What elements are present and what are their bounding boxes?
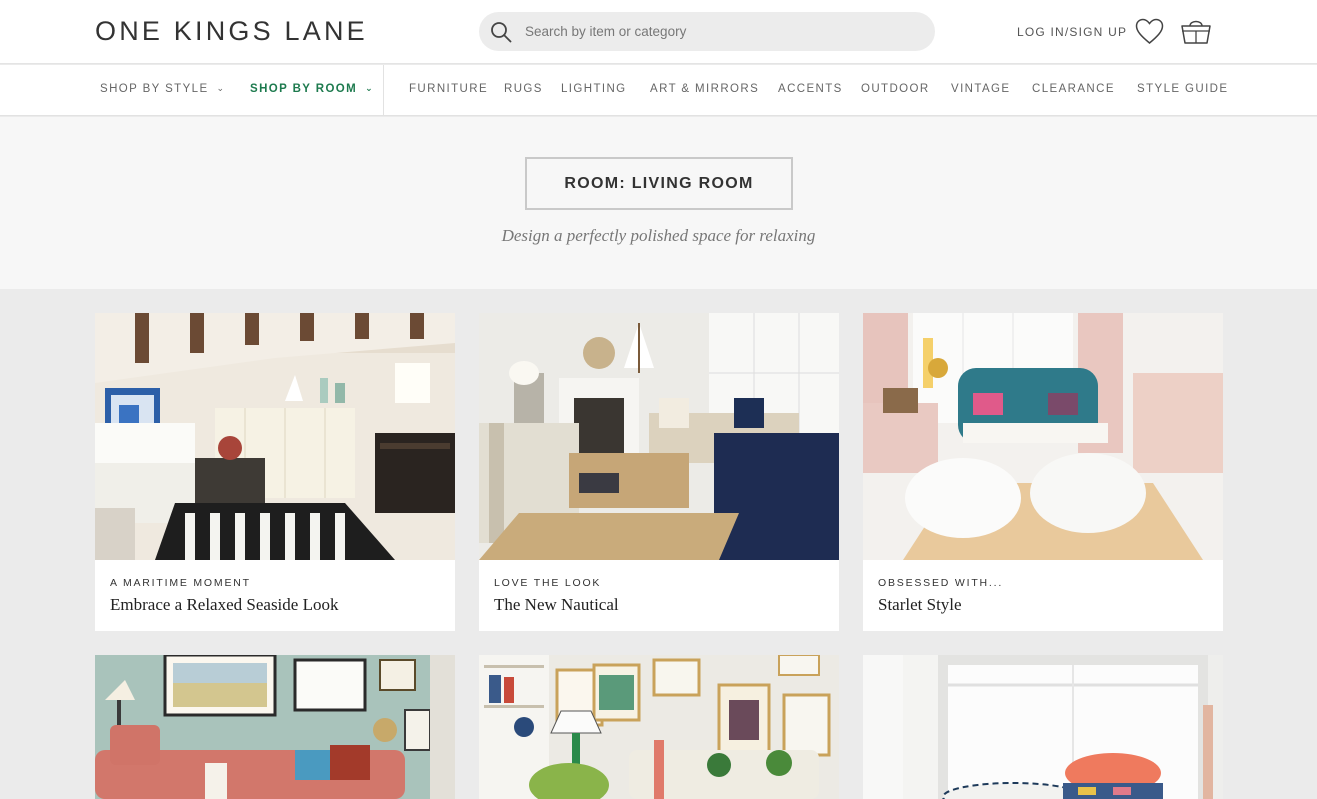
story-card[interactable]: LOVE THE LOOK The New Nautical [479,313,839,631]
story-card[interactable]: A MARITIME MOMENT Embrace a Relaxed Seas… [95,313,455,631]
card-image[interactable] [95,313,455,560]
nav-shop-by-style[interactable]: SHOP BY STYLE ⌄ [100,83,226,95]
card-image[interactable] [863,313,1223,560]
room-hero: ROOM: LIVING ROOM Design a perfectly pol… [0,117,1317,289]
page-tagline: Design a perfectly polished space for re… [501,226,816,245]
story-card[interactable] [479,655,839,799]
card-title[interactable]: The New Nautical [494,595,619,615]
card-kicker: LOVE THE LOOK [494,577,602,589]
nav-clearance[interactable]: CLEARANCE [1032,83,1115,95]
search-icon[interactable] [490,21,512,43]
search-bar[interactable] [479,12,935,51]
nav-divider [383,65,384,116]
nav-accents[interactable]: ACCENTS [778,83,843,95]
card-image[interactable] [479,655,839,799]
nav-art-mirrors[interactable]: ART & MIRRORS [650,83,759,95]
nav-vintage[interactable]: VINTAGE [951,83,1010,95]
login-signup-link[interactable]: LOG IN/SIGN UP [1017,25,1127,39]
nav-furniture[interactable]: FURNITURE [409,83,488,95]
chevron-down-icon: ⌄ [365,83,375,93]
main-nav: SHOP BY STYLE ⌄ SHOP BY ROOM ⌄ FURNITURE R… [0,65,1317,116]
card-kicker: A MARITIME MOMENT [110,577,251,589]
chevron-down-icon: ⌄ [216,83,226,93]
card-kicker: OBSESSED WITH... [878,577,1004,589]
card-image[interactable] [95,655,455,799]
card-image[interactable] [479,313,839,560]
search-input[interactable] [525,12,925,51]
nav-outdoor[interactable]: OUTDOOR [861,83,930,95]
site-logo[interactable]: ONE KINGS LANE [95,16,368,47]
heart-icon[interactable] [1135,18,1164,45]
page-title: ROOM: LIVING ROOM [525,157,793,210]
story-card[interactable] [95,655,455,799]
nav-style-guide[interactable]: STYLE GUIDE [1137,83,1228,95]
site-header: ONE KINGS LANE LOG IN/SIGN UP [0,0,1317,64]
card-image[interactable] [863,655,1223,799]
basket-icon[interactable] [1180,16,1212,45]
card-title[interactable]: Starlet Style [878,595,962,615]
nav-shop-by-room[interactable]: SHOP BY ROOM ⌄ [250,83,374,95]
story-card[interactable]: OBSESSED WITH... Starlet Style [863,313,1223,631]
card-title[interactable]: Embrace a Relaxed Seaside Look [110,595,338,615]
nav-label: SHOP BY STYLE [100,83,209,95]
nav-lighting[interactable]: LIGHTING [561,83,627,95]
nav-label: SHOP BY ROOM [250,83,358,95]
nav-rugs[interactable]: RUGS [504,83,543,95]
story-card[interactable] [863,655,1223,799]
